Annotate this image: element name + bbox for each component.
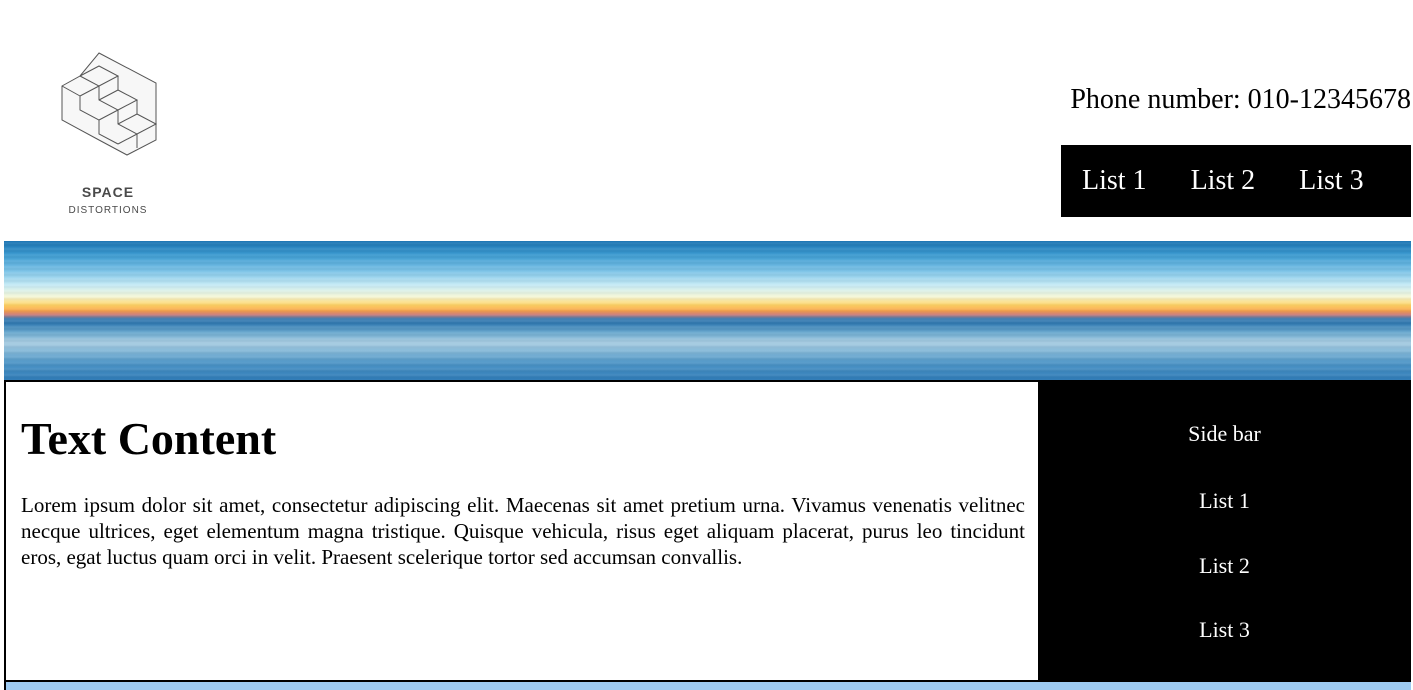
top-nav-item-list-1[interactable]: List 1 — [1082, 165, 1147, 197]
logo-subtitle: DISTORTIONS — [68, 205, 148, 216]
footer — [4, 680, 1411, 690]
logo[interactable]: SPACE DISTORTIONS — [52, 50, 164, 220]
content-heading: Text Content — [21, 413, 277, 464]
top-nav-item-list-2[interactable]: List 2 — [1191, 165, 1256, 197]
sidebar: Side bar List 1 List 2 List 3 — [1038, 382, 1411, 680]
isometric-stairs-cube-icon — [61, 52, 158, 156]
sidebar-title: Side bar — [1188, 421, 1261, 446]
text-content-panel: Text Content Lorem ipsum dolor sit amet,… — [6, 382, 1038, 680]
page: SPACE DISTORTIONS Phone number: 010-1234… — [0, 0, 1413, 690]
sidebar-item-list-2[interactable]: List 2 — [1038, 553, 1411, 579]
top-nav: List 1 List 2 List 3 — [1061, 145, 1411, 217]
content-paragraph: Lorem ipsum dolor sit amet, consectetur … — [21, 493, 1025, 569]
main-section: Text Content Lorem ipsum dolor sit amet,… — [4, 380, 1411, 680]
sidebar-item-list-3[interactable]: List 3 — [1038, 617, 1411, 643]
top-nav-item-list-3[interactable]: List 3 — [1299, 165, 1364, 197]
sidebar-item-list-1[interactable]: List 1 — [1038, 488, 1411, 514]
phone-number: Phone number: 010-12345678 — [1070, 84, 1411, 115]
logo-title: SPACE — [81, 184, 135, 200]
banner-image — [4, 241, 1411, 380]
